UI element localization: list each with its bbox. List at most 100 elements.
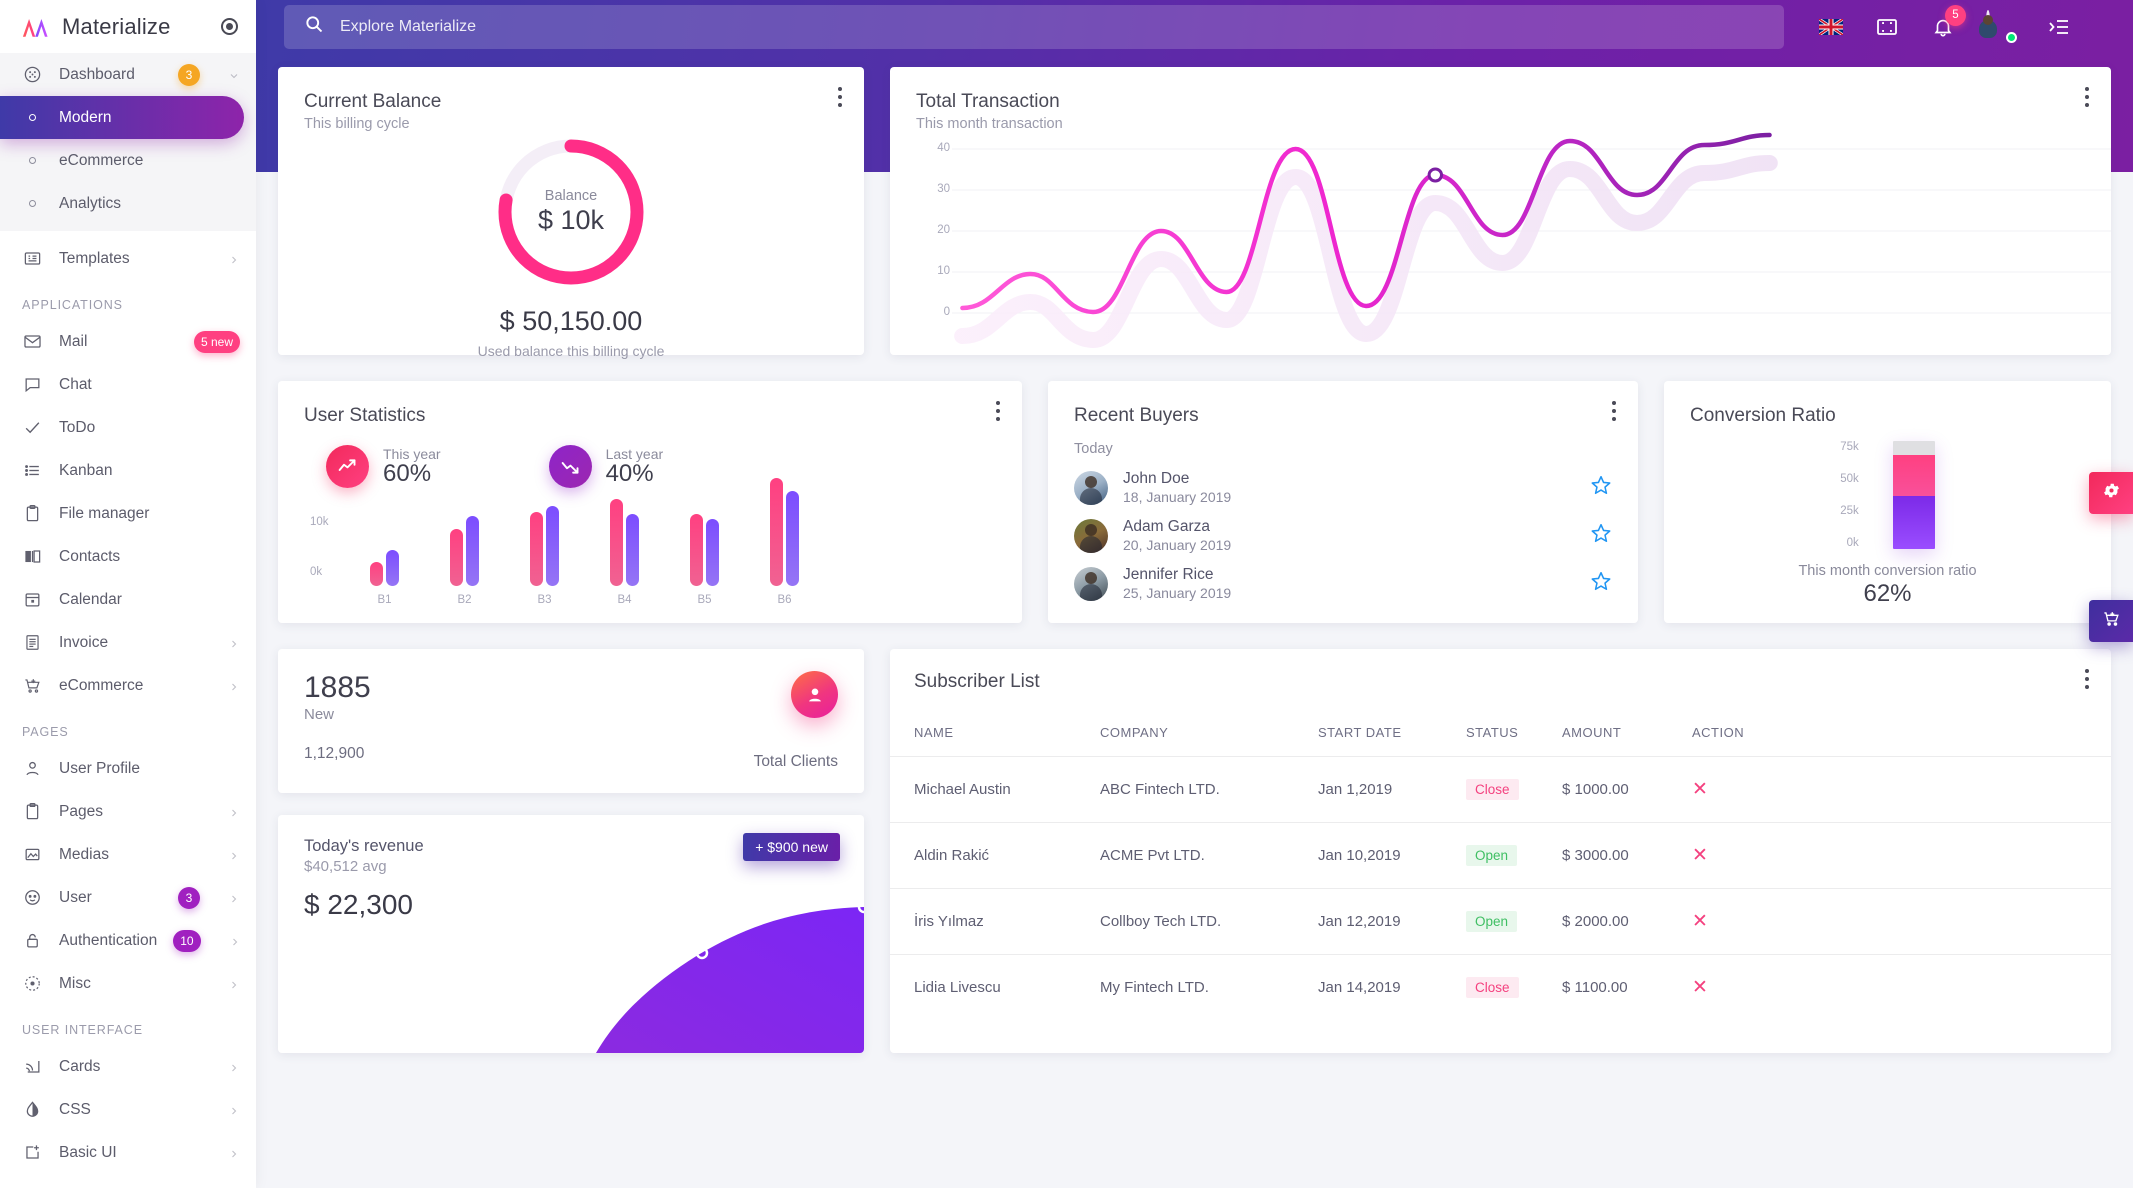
search-input[interactable] [340,17,1764,36]
balance-donut-chart: Balance $ 10k $ 50,150.00 Used balance t… [304,130,838,359]
sidebar-item-basic-ui[interactable]: Basic UI [0,1131,256,1174]
theme-toggle-icon[interactable] [221,18,238,35]
chevron-right-icon [229,935,241,947]
search-bar[interactable] [284,4,1784,49]
settings-fab[interactable] [2089,472,2133,514]
sidebar-item-css[interactable]: CSS [0,1088,256,1131]
delete-icon[interactable]: ✕ [1692,911,1708,932]
donut-label: Balance [544,188,598,204]
sidebar-item-cards[interactable]: Cards [0,1045,256,1088]
sidebar-subitem-label: eCommerce [59,151,144,169]
sidebar-item-invoice[interactable]: Invoice [0,621,256,664]
sidebar-item-todo[interactable]: ToDo [0,406,256,449]
sidebar-nav: Dashboard 3 Modern eCommerce Analytics T… [0,53,256,1174]
table-row[interactable]: Lidia Livescu My Fintech LTD. Jan 14,201… [890,955,2111,1021]
table-row[interactable]: Aldin Rakić ACME Pvt LTD. Jan 10,2019 Op… [890,822,2111,889]
sidebar-item-label: Chat [59,375,92,393]
sidebar-item-label: Pages [59,802,103,820]
kebab-menu-icon[interactable] [2085,669,2089,693]
status-badge: Close [1466,977,1519,998]
conversion-footer: This month conversion ratio 62% [1690,563,2085,608]
sidebar-item-user-profile[interactable]: User Profile [0,747,256,790]
uk-flag-icon[interactable] [1818,14,1844,40]
fullscreen-icon[interactable] [1874,14,1900,40]
sidebar-subitem-label: Modern [59,108,112,126]
chevron-right-icon [228,806,240,818]
cell-start-date: Jan 10,2019 [1318,822,1466,889]
y-tick-30: 30 [937,183,950,195]
cell-company: My Fintech LTD. [1100,979,1209,996]
star-outline-icon[interactable] [1590,522,1612,549]
kebab-menu-icon[interactable] [1612,401,1616,425]
sidebar-item-medias[interactable]: Medias [0,833,256,876]
bar-last-year [386,550,399,586]
delete-icon[interactable]: ✕ [1692,779,1708,800]
table-row[interactable]: Michael Austin ABC Fintech LTD. Jan 1,20… [890,756,2111,823]
y-tick-0k: 0k [1846,537,1859,549]
list-item[interactable]: Jennifer Rice 25, January 2019 [1074,566,1612,601]
delete-icon[interactable]: ✕ [1692,977,1708,998]
cell-amount: $ 1000.00 [1562,756,1692,823]
total-transaction-card: Total Transaction This month transaction [890,67,2111,355]
sidebar-item-contacts[interactable]: Contacts [0,535,256,578]
chevron-right-icon [228,680,240,692]
sidebar-item-misc[interactable]: Misc [0,962,256,1005]
list-item[interactable]: John Doe 18, January 2019 [1074,470,1612,505]
brand-header: Materialize [0,0,256,53]
sidebar-item-label: Medias [59,845,109,863]
cart-fab[interactable] [2089,600,2133,642]
sidebar-item-mail[interactable]: Mail 5 new [0,320,256,363]
sidebar-item-label: Cards [59,1057,101,1075]
cell-company: ACME Pvt LTD. [1100,822,1318,889]
trend-down-icon [548,445,592,488]
sidebar-item-modern[interactable]: Modern [0,96,244,139]
right-sidebar-toggle-icon[interactable] [2046,14,2072,40]
card-title: Subscriber List [914,671,1040,692]
star-outline-icon[interactable] [1590,570,1612,597]
total-clients-card: 1885 New 1,12,900 Total Clients [278,649,864,793]
sidebar-section-applications: Applications [22,298,123,312]
table-row[interactable]: İris Yılmaz Collboy Tech LTD. Jan 12,201… [890,888,2111,955]
balance-note: Used balance this billing cycle [477,343,665,359]
cell-company: ABC Fintech LTD. [1100,756,1318,823]
y-tick-20: 20 [937,224,950,236]
y-tick-40: 40 [937,142,950,154]
clients-caption: Total Clients [753,753,838,770]
cell-start-date: Jan 12,2019 [1318,888,1466,955]
cell-amount: $ 1100.00 [1562,979,1628,996]
sidebar-item-ecommerce-dash[interactable]: eCommerce [0,139,256,182]
sidebar-item-calendar[interactable]: Calendar [0,578,256,621]
sidebar-item-dashboard[interactable]: Dashboard 3 [0,53,256,96]
table-header: NAME COMPANY START DATE STATUS AMOUNT AC… [890,711,2111,757]
sidebar-item-kanban[interactable]: Kanban [0,449,256,492]
y-tick-25k: 25k [1840,505,1859,517]
sidebar-item-pages[interactable]: Pages [0,790,256,833]
sidebar-item-ecommerce[interactable]: eCommerce [0,664,256,707]
user-avatar[interactable] [1986,9,2017,43]
notification-badge: 5 [1945,4,1966,26]
kebab-menu-icon[interactable] [838,87,842,111]
cell-action: ✕ [1692,888,2111,955]
list-item[interactable]: Adam Garza 20, January 2019 [1074,518,1612,553]
subscriber-list-card: Subscriber List NAME COMPANY START DATE … [890,649,2111,1053]
buyer-name: John Doe [1123,470,1190,487]
buyer-date: 25, January 2019 [1123,585,1232,601]
chevron-right-icon [228,1147,240,1159]
image-icon [22,844,43,865]
star-outline-icon[interactable] [1590,474,1612,501]
bell-icon[interactable]: 5 [1930,4,1966,40]
delete-icon[interactable]: ✕ [1692,845,1708,866]
bar-label: B5 [697,594,712,606]
sidebar-item-templates[interactable]: Templates [0,237,256,280]
sidebar-item-chat[interactable]: Chat [0,363,256,406]
cell-name: Michael Austin [890,756,1100,823]
kebab-menu-icon[interactable] [2085,87,2089,111]
buyer-date: 20, January 2019 [1123,537,1232,553]
sidebar-item-authentication[interactable]: Authentication 10 [0,919,256,962]
sidebar-item-analytics[interactable]: Analytics [0,182,256,225]
kebab-menu-icon[interactable] [996,401,1000,425]
sidebar-item-file-manager[interactable]: File manager [0,492,256,535]
brand-name: Materialize [62,13,171,39]
bullet-icon [22,157,43,164]
sidebar-item-user[interactable]: User 3 [0,876,256,919]
